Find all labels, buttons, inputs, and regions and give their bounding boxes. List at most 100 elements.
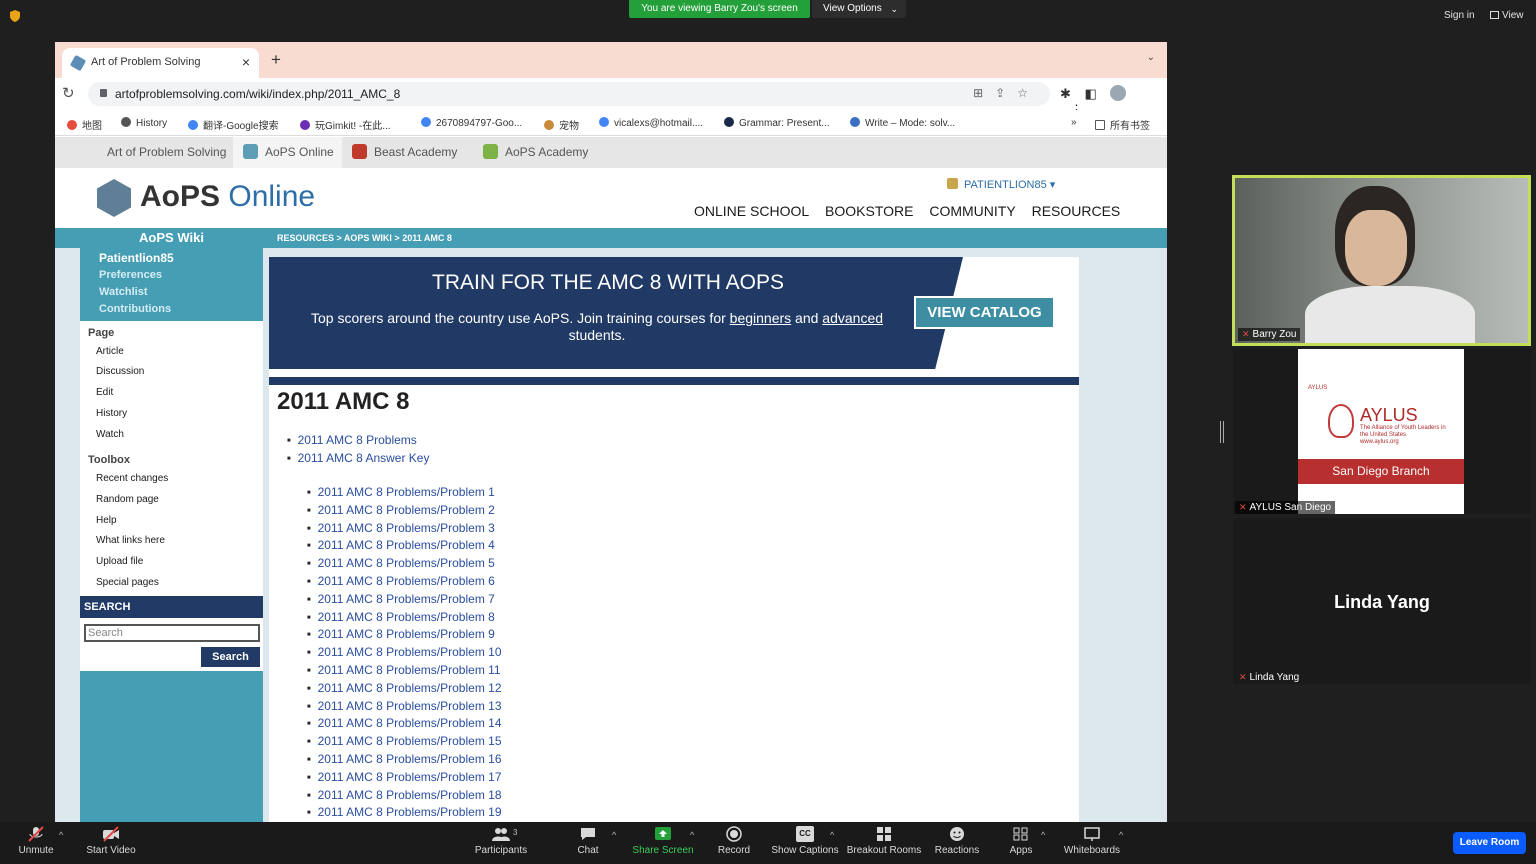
list-item[interactable]: 2011 AMC 8 Problems/Problem 10: [307, 645, 502, 663]
bookmark-item[interactable]: 宠物: [544, 117, 579, 132]
leave-room-button[interactable]: Leave Room: [1453, 832, 1526, 854]
list-item[interactable]: 2011 AMC 8 Problems/Problem 9: [307, 627, 502, 645]
sidebar-link-watchlist[interactable]: Watchlist: [99, 286, 148, 298]
sidebar-link-upload-file[interactable]: Upload file: [96, 556, 143, 567]
apps-button[interactable]: Apps: [981, 826, 1061, 856]
nav-online-school[interactable]: ONLINE SCHOOL: [694, 203, 809, 219]
address-bar[interactable]: artofproblemsolving.com/wiki/index.php/2…: [88, 82, 1050, 106]
aops-logo-icon[interactable]: [97, 179, 131, 217]
sidebar-link-history[interactable]: History: [96, 408, 127, 419]
video-tile-aylus-san-diego[interactable]: AYLUS AYLUS The Alliance of Youth Leader…: [1233, 349, 1531, 514]
view-button[interactable]: View: [1490, 10, 1524, 21]
side-panel-icon[interactable]: ◧: [1085, 86, 1097, 102]
bookmark-star-icon[interactable]: ☆: [1017, 86, 1040, 100]
sidebar-link-article[interactable]: Article: [96, 346, 124, 357]
aops-logo-text[interactable]: AoPS Online: [140, 180, 315, 214]
sidebar-link-edit[interactable]: Edit: [96, 387, 113, 398]
user-menu[interactable]: PATIENTLION85 ▾: [947, 178, 1055, 191]
sidebar-link-special-pages[interactable]: Special pages: [96, 577, 159, 588]
share-icon[interactable]: ⇪: [995, 86, 1017, 100]
site-switcher-item[interactable]: Beast Academy: [342, 137, 467, 168]
participants-button[interactable]: Participants: [461, 826, 541, 856]
advanced-link[interactable]: advanced: [822, 310, 883, 326]
whiteboards-caret-icon[interactable]: ^: [1119, 830, 1123, 840]
list-item[interactable]: 2011 AMC 8 Problems/Problem 18: [307, 788, 502, 806]
list-item[interactable]: 2011 AMC 8 Problems/Problem 8: [307, 610, 502, 628]
view-options-button[interactable]: View Options ⌄: [812, 0, 906, 18]
lock-icon[interactable]: [100, 89, 107, 97]
audio-options-caret-icon[interactable]: ^: [59, 830, 63, 840]
list-item[interactable]: 2011 AMC 8 Problems/Problem 5: [307, 556, 502, 574]
site-switcher-item[interactable]: Art of Problem Solving: [97, 137, 236, 168]
sidebar-link-contributions[interactable]: Contributions: [99, 303, 171, 315]
list-item[interactable]: 2011 AMC 8 Problems/Problem 14: [307, 716, 502, 734]
list-item[interactable]: 2011 AMC 8 Problems/Problem 1: [307, 485, 502, 503]
close-tab-icon[interactable]: ×: [242, 54, 250, 70]
breakout-rooms-button[interactable]: Breakout Rooms: [844, 826, 924, 856]
list-item[interactable]: 2011 AMC 8 Problems/Problem 13: [307, 699, 502, 717]
bookmarks-overflow-button[interactable]: »: [1071, 117, 1077, 128]
chat-caret-icon[interactable]: ^: [612, 830, 616, 840]
bookmark-item[interactable]: Grammar: Present...: [724, 117, 830, 129]
reload-icon[interactable]: ↻: [62, 84, 75, 102]
tab-search-chevron-icon[interactable]: ⌄: [1147, 52, 1155, 63]
extensions-icon[interactable]: ✱: [1060, 86, 1071, 102]
start-video-button[interactable]: Start Video: [71, 826, 151, 856]
list-item-answer-key[interactable]: 2011 AMC 8 Answer Key: [287, 451, 430, 469]
unmute-button[interactable]: Unmute: [0, 826, 76, 856]
all-bookmarks-button[interactable]: 所有书签: [1095, 117, 1150, 132]
captions-caret-icon[interactable]: ^: [830, 830, 834, 840]
list-item[interactable]: 2011 AMC 8 Problems/Problem 11: [307, 663, 502, 681]
nav-bookstore[interactable]: BOOKSTORE: [825, 203, 913, 219]
nav-community[interactable]: COMMUNITY: [929, 203, 1015, 219]
sidebar-link-random-page[interactable]: Random page: [96, 494, 159, 505]
sidebar-link-recent-changes[interactable]: Recent changes: [96, 473, 168, 484]
list-item[interactable]: 2011 AMC 8 Problems/Problem 19: [307, 805, 502, 822]
sidebar-link-preferences[interactable]: Preferences: [99, 269, 162, 281]
list-item[interactable]: 2011 AMC 8 Problems/Problem 15: [307, 734, 502, 752]
browser-tab-aops[interactable]: Art of Problem Solving ×: [62, 48, 259, 78]
bookmark-item[interactable]: 2670894797-Goo...: [421, 117, 522, 129]
beginners-link[interactable]: beginners: [730, 310, 792, 326]
record-button[interactable]: Record: [694, 826, 774, 856]
list-item[interactable]: 2011 AMC 8 Problems/Problem 4: [307, 538, 502, 556]
translate-icon[interactable]: ⊞: [973, 86, 995, 100]
panel-resize-handle[interactable]: [1220, 421, 1224, 443]
security-shield-icon[interactable]: [8, 9, 22, 23]
sign-in-link[interactable]: Sign in: [1444, 10, 1475, 21]
list-item[interactable]: 2011 AMC 8 Problems/Problem 16: [307, 752, 502, 770]
list-item[interactable]: 2011 AMC 8 Problems/Problem 2: [307, 503, 502, 521]
bookmark-item[interactable]: History: [121, 117, 167, 129]
view-catalog-button[interactable]: VIEW CATALOG: [914, 296, 1055, 329]
sidebar-link-watch[interactable]: Watch: [96, 429, 124, 440]
video-tile-linda-yang[interactable]: Linda Yang ✕ Linda Yang: [1233, 518, 1531, 684]
list-item[interactable]: 2011 AMC 8 Problems/Problem 7: [307, 592, 502, 610]
bookmark-item[interactable]: 地图: [67, 117, 102, 132]
reactions-smiley-icon: [950, 827, 964, 841]
search-input[interactable]: Search: [84, 624, 260, 642]
wiki-title[interactable]: AoPS Wiki: [55, 228, 288, 248]
list-item[interactable]: 2011 AMC 8 Problems/Problem 3: [307, 521, 502, 539]
bookmark-item[interactable]: 玩Gimkit! -在此...: [300, 117, 391, 132]
profile-avatar-icon[interactable]: [1110, 85, 1127, 101]
breadcrumb[interactable]: RESOURCES > AOPS WIKI > 2011 AMC 8: [277, 228, 452, 248]
sidebar-username[interactable]: Patientlion85: [99, 251, 174, 265]
list-item[interactable]: 2011 AMC 8 Problems/Problem 6: [307, 574, 502, 592]
list-item[interactable]: 2011 AMC 8 Problems/Problem 12: [307, 681, 502, 699]
search-button[interactable]: Search: [201, 647, 260, 667]
bookmark-item[interactable]: vicalexs@hotmail....: [599, 117, 703, 129]
nav-resources[interactable]: RESOURCES: [1032, 203, 1121, 219]
video-tile-barry-zou[interactable]: ✕ Barry Zou: [1232, 175, 1531, 346]
site-switcher-item[interactable]: AoPS Online: [233, 137, 342, 168]
list-item-problems[interactable]: 2011 AMC 8 Problems: [287, 433, 429, 451]
url-text[interactable]: artofproblemsolving.com/wiki/index.php/2…: [115, 87, 400, 101]
bookmark-item[interactable]: 翻译-Google搜索: [188, 117, 279, 132]
site-switcher-item[interactable]: AoPS Academy: [473, 137, 598, 168]
sidebar-link-what-links-here[interactable]: What links here: [96, 535, 165, 546]
list-item[interactable]: 2011 AMC 8 Problems/Problem 17: [307, 770, 502, 788]
sidebar-link-discussion[interactable]: Discussion: [96, 366, 144, 377]
apps-caret-icon[interactable]: ^: [1041, 830, 1045, 840]
new-tab-button[interactable]: +: [271, 50, 281, 70]
bookmark-item[interactable]: Write – Mode: solv...: [850, 117, 955, 129]
sidebar-link-help[interactable]: Help: [96, 515, 117, 526]
